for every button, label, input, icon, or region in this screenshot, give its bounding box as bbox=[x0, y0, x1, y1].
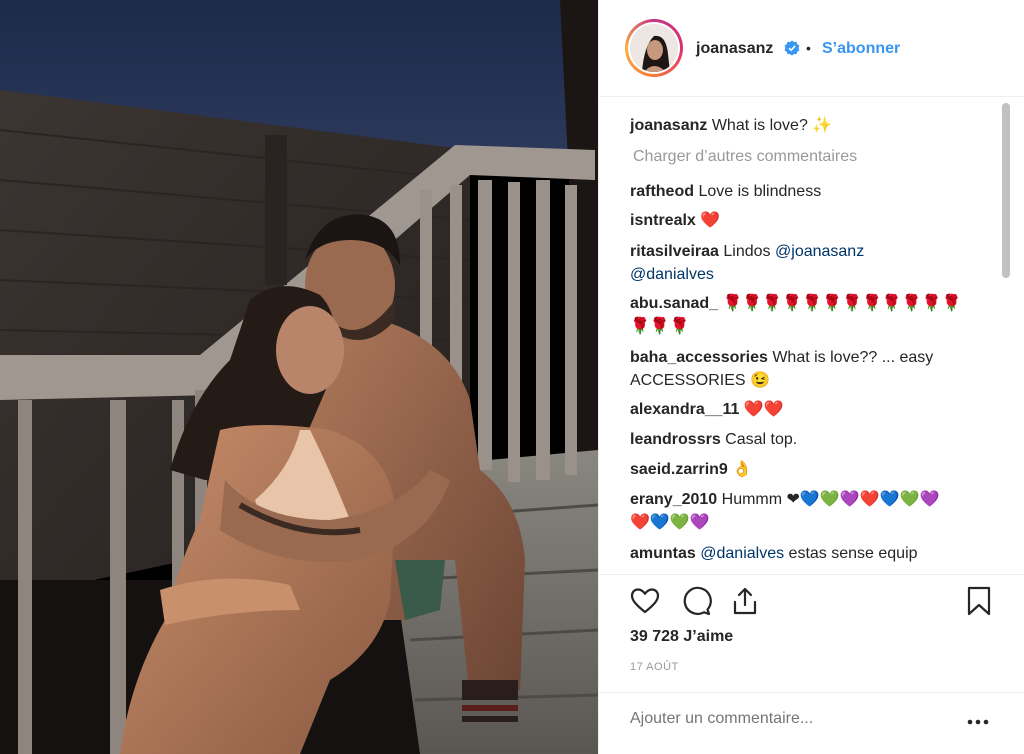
post-photo[interactable] bbox=[0, 0, 598, 754]
comment-item: saeid.zarrin9 👌 bbox=[630, 458, 980, 481]
load-more-comments-link[interactable]: Charger d’autres commentaires bbox=[633, 148, 857, 166]
comment-username[interactable]: leandrossrs bbox=[630, 431, 721, 448]
caption-text: What is love? ✨ bbox=[711, 117, 833, 134]
comment-text: What is love?? ... easy bbox=[772, 349, 934, 366]
comment-item: raftheod Love is blindness bbox=[630, 180, 980, 203]
comment-text: Casal top. bbox=[725, 431, 798, 448]
comment-item: ritasilveiraa Lindos @joanasanz @danialv… bbox=[630, 240, 980, 286]
comment-item: baha_accessories What is love?? ... easy… bbox=[630, 346, 980, 392]
separator-dot: • bbox=[806, 40, 811, 56]
comment-item: abu.sanad_ 🌹🌹🌹🌹🌹🌹🌹🌹🌹🌹🌹🌹 🌹🌹🌹 bbox=[630, 292, 980, 338]
comment-username[interactable]: ritasilveiraa bbox=[630, 243, 719, 260]
post-author-username[interactable]: joanasanz bbox=[696, 40, 773, 58]
comment-text: 👌 bbox=[732, 461, 753, 478]
comment-text-continued: ❤️💙💚💜 bbox=[630, 514, 710, 531]
comment-item: leandrossrs Casal top. bbox=[630, 428, 980, 451]
comments-list[interactable]: joanasanz What is love? ✨ Charger d’autr… bbox=[599, 98, 1024, 574]
verified-badge-icon bbox=[784, 40, 800, 56]
avatar-image bbox=[630, 24, 678, 72]
comment-text: estas sense equip bbox=[788, 545, 918, 562]
comment-item: amuntas @danialves estas sense equip bbox=[630, 542, 980, 565]
comment-mention[interactable]: @danialves bbox=[700, 545, 784, 562]
comment-username[interactable]: amuntas bbox=[630, 545, 696, 562]
likes-count[interactable]: 39 728 J’aime bbox=[630, 628, 733, 646]
avatar[interactable] bbox=[628, 22, 680, 74]
story-ring[interactable] bbox=[625, 19, 683, 77]
comment-username[interactable]: baha_accessories bbox=[630, 349, 768, 366]
post-side-panel: joanasanz • S’abonner joanasanz What is … bbox=[598, 0, 1024, 754]
comment-username[interactable]: abu.sanad_ bbox=[630, 295, 718, 312]
post-actions-bar bbox=[599, 575, 1024, 635]
heart-icon[interactable] bbox=[629, 585, 661, 617]
instagram-post-window: joanasanz • S’abonner joanasanz What is … bbox=[0, 0, 1024, 754]
more-options-icon[interactable] bbox=[965, 712, 991, 732]
comments-scrollbar-thumb[interactable] bbox=[1002, 103, 1010, 278]
comment-text: ❤️❤️ bbox=[743, 401, 784, 418]
comment-text: Love is blindness bbox=[698, 183, 822, 200]
comment-text: Hummm ❤💙💚💜❤️💙💚💜 bbox=[721, 491, 940, 508]
comment-text-continued: ACCESSORIES 😉 bbox=[630, 372, 770, 389]
post-header: joanasanz • S’abonner bbox=[599, 0, 1024, 97]
comment-username[interactable]: isntrealx bbox=[630, 212, 696, 229]
comment-text-continued: 🌹🌹🌹 bbox=[630, 318, 690, 335]
comment-text: 🌹🌹🌹🌹🌹🌹🌹🌹🌹🌹🌹🌹 bbox=[722, 295, 962, 312]
caption: joanasanz What is love? ✨ bbox=[630, 114, 980, 137]
comment-text: ❤️ bbox=[700, 212, 721, 229]
bookmark-icon[interactable] bbox=[963, 585, 995, 617]
comment-username[interactable]: raftheod bbox=[630, 183, 694, 200]
comment-icon[interactable] bbox=[680, 585, 712, 617]
comment-item: erany_2010 Hummm ❤💙💚💜❤️💙💚💜 ❤️💙💚💜 bbox=[630, 488, 980, 534]
comment-mention[interactable]: @danialves bbox=[630, 266, 714, 283]
follow-button[interactable]: S’abonner bbox=[822, 40, 900, 58]
divider bbox=[599, 692, 1024, 693]
add-comment-input[interactable] bbox=[630, 710, 950, 728]
caption-username[interactable]: joanasanz bbox=[630, 117, 707, 134]
comment-username[interactable]: erany_2010 bbox=[630, 491, 717, 508]
comment-item: isntrealx ❤️ bbox=[630, 209, 980, 232]
comment-item: alexandra__11 ❤️❤️ bbox=[630, 398, 980, 421]
post-date[interactable]: 17 AOÛT bbox=[630, 661, 679, 673]
comment-text: Lindos bbox=[723, 243, 771, 260]
couple-on-stairs-photo bbox=[0, 0, 598, 754]
comment-username[interactable]: saeid.zarrin9 bbox=[630, 461, 728, 478]
comment-mention[interactable]: @joanasanz bbox=[775, 243, 864, 260]
share-icon[interactable] bbox=[729, 585, 761, 617]
comment-username[interactable]: alexandra__11 bbox=[630, 401, 739, 418]
